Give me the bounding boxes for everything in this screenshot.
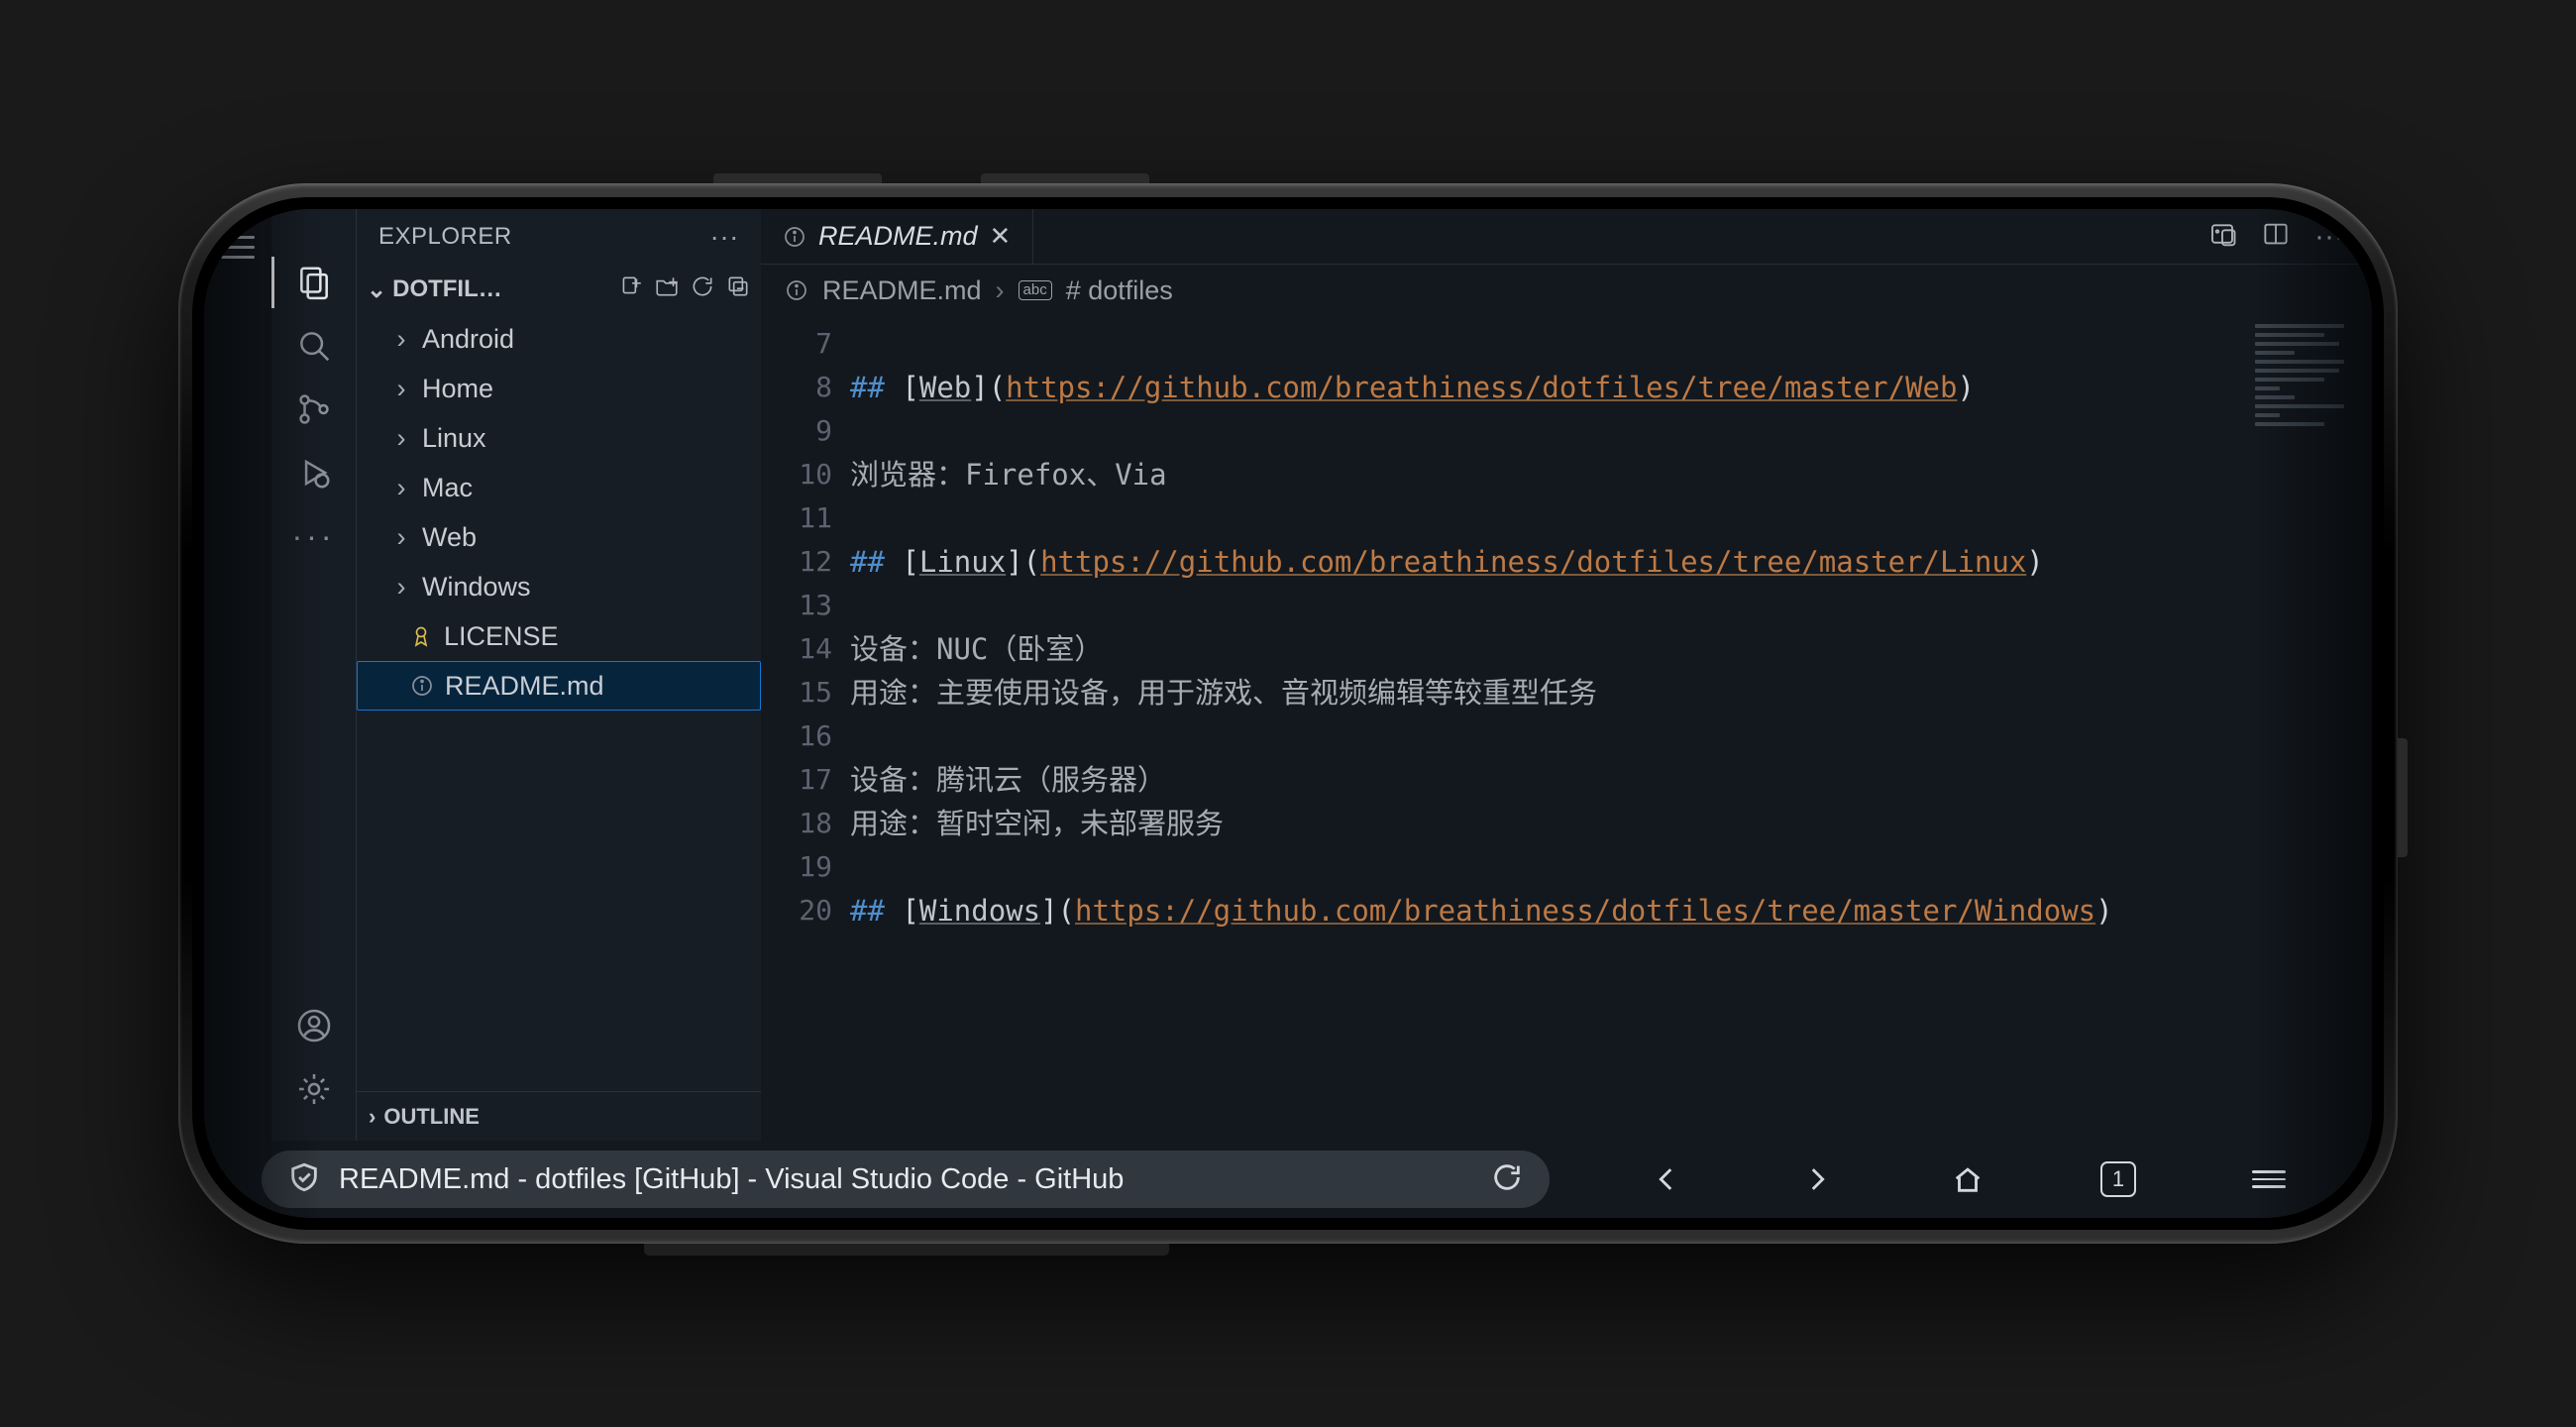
editor-body[interactable]: 7891011121314151617181920 ## [Web](https… (761, 316, 2372, 1141)
item-label: Android (422, 324, 514, 355)
reload-icon[interactable] (1490, 1160, 1524, 1199)
new-folder-icon[interactable] (654, 274, 680, 306)
back-button[interactable] (1639, 1152, 1694, 1207)
chevron-right-icon: › (996, 275, 1005, 306)
chevron-right-icon: › (390, 572, 412, 603)
root-folder-name: DOTFIL… (392, 275, 502, 303)
open-preview-icon[interactable] (2207, 219, 2237, 254)
folder-item[interactable]: › Windows (357, 562, 761, 611)
license-icon (408, 623, 434, 649)
settings-gear-icon[interactable] (292, 1057, 336, 1121)
chevron-right-icon: › (390, 423, 412, 454)
chevron-right-icon: › (390, 324, 412, 355)
folder-item[interactable]: › Linux (357, 413, 761, 463)
explorer-icon[interactable] (292, 251, 336, 314)
outline-section[interactable]: › OUTLINE (357, 1091, 761, 1141)
folder-item[interactable]: › Mac (357, 463, 761, 512)
item-label: Home (422, 374, 493, 404)
file-item[interactable]: README.md (357, 661, 761, 711)
collapse-all-icon[interactable] (725, 274, 751, 306)
explorer-more-icon[interactable]: ··· (710, 221, 739, 253)
new-file-icon[interactable] (618, 274, 644, 306)
chevron-right-icon: › (390, 374, 412, 404)
address-bar[interactable]: README.md - dotfiles [GitHub] - Visual S… (262, 1151, 1550, 1208)
item-label: README.md (445, 671, 604, 702)
code-content[interactable]: ## [Web](https://github.com/breathiness/… (850, 316, 2372, 1141)
info-icon (783, 225, 806, 249)
line-number-gutter: 7891011121314151617181920 (761, 316, 850, 1141)
minimap[interactable] (2255, 324, 2354, 463)
activity-more-icon[interactable]: ··· (292, 504, 336, 568)
item-label: LICENSE (444, 621, 559, 652)
browser-nav-bar: README.md - dotfiles [GitHub] - Visual S… (204, 1141, 2372, 1218)
activity-bar: ··· (271, 209, 357, 1141)
tab-readme[interactable]: README.md ✕ (761, 209, 1033, 264)
home-button[interactable] (1940, 1152, 1995, 1207)
file-item[interactable]: LICENSE (357, 611, 761, 661)
explorer-sidebar: EXPLORER ··· ⌄ DOTFIL… › Android › Home › Lin… (357, 209, 761, 1141)
chevron-down-icon: ⌄ (367, 275, 386, 304)
outline-title: OUTLINE (383, 1104, 480, 1130)
breadcrumb-file: README.md (822, 275, 982, 306)
menu-button[interactable] (221, 229, 255, 266)
symbol-string-icon: abc (1019, 280, 1052, 300)
page-title: README.md - dotfiles [GitHub] - Visual S… (339, 1163, 1472, 1196)
chevron-right-icon: › (369, 1104, 376, 1130)
explorer-title: EXPLORER (378, 223, 512, 251)
tabs-button[interactable]: 1 (2091, 1152, 2146, 1207)
info-icon (409, 673, 435, 699)
chevron-right-icon: › (390, 473, 412, 503)
folder-item[interactable]: › Home (357, 364, 761, 413)
phone-frame: ··· EXPLORER ··· ⌄ DOTFIL… (178, 183, 2398, 1244)
folder-item[interactable]: › Android (357, 314, 761, 364)
editor-tabs: README.md ✕ ··· (761, 209, 2372, 265)
shield-icon (287, 1160, 321, 1199)
item-label: Mac (422, 473, 473, 503)
item-label: Web (422, 522, 477, 553)
source-control-icon[interactable] (292, 378, 336, 441)
folder-item[interactable]: › Web (357, 512, 761, 562)
run-debug-icon[interactable] (292, 441, 336, 504)
refresh-icon[interactable] (690, 274, 715, 306)
chevron-right-icon: › (390, 522, 412, 553)
close-icon[interactable]: ✕ (990, 221, 1012, 252)
split-editor-icon[interactable] (2261, 219, 2291, 254)
folder-header[interactable]: ⌄ DOTFIL… (357, 265, 761, 314)
breadcrumb[interactable]: README.md › abc # dotfiles (761, 265, 2372, 316)
tab-label: README.md (818, 221, 978, 252)
item-label: Windows (422, 572, 531, 603)
item-label: Linux (422, 423, 486, 454)
account-icon[interactable] (292, 994, 336, 1057)
editor-more-icon[interactable]: ··· (2314, 220, 2344, 254)
search-icon[interactable] (292, 314, 336, 378)
info-icon (785, 278, 808, 302)
forward-button[interactable] (1789, 1152, 1845, 1207)
browser-menu-button[interactable] (2241, 1152, 2297, 1207)
breadcrumb-symbol: # dotfiles (1066, 275, 1173, 306)
